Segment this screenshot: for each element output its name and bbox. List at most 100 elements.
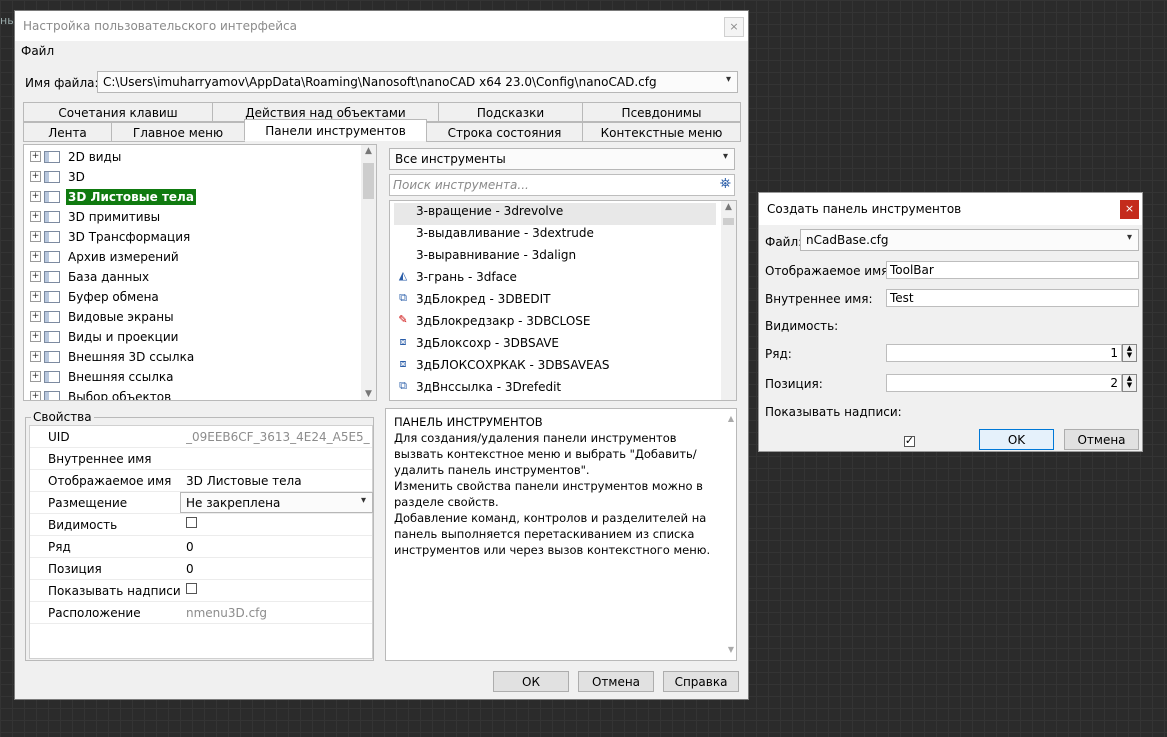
expand-icon[interactable]: +	[30, 251, 41, 262]
description-text: Для создания/удаления панели инструменто…	[394, 431, 711, 557]
show-labels-checkbox[interactable]	[186, 583, 197, 594]
expand-icon[interactable]: +	[30, 351, 41, 362]
expand-icon[interactable]: +	[30, 331, 41, 342]
refedit-icon: ⧉	[399, 379, 407, 392]
file-path-select[interactable]: C:\Users\imuharryamov\AppData\Roaming\Na…	[97, 71, 738, 93]
property-internal-name[interactable]: Внутреннее имя	[30, 448, 372, 470]
binoculars-icon[interactable]: ⛯	[720, 176, 731, 192]
property-placement[interactable]: Размещение Не закреплена ▾	[30, 492, 373, 514]
expand-icon[interactable]: +	[30, 311, 41, 322]
tab-context-menus[interactable]: Контекстные меню	[582, 122, 741, 142]
position-input[interactable]: 2	[886, 374, 1122, 392]
show-labels-checkbox[interactable]	[903, 434, 915, 447]
tab-main-menu[interactable]: Главное меню	[111, 122, 245, 142]
tree-item[interactable]: + Внешняя 3D ссылка	[30, 349, 196, 368]
tree-item[interactable]: +3D Трансформация	[30, 229, 192, 248]
tab-toolbars[interactable]: Панели инструментов	[244, 119, 427, 141]
commands-scrollbar[interactable]: ▲	[721, 201, 736, 400]
dialog-file-select[interactable]: nCadBase.cfg ▾	[800, 229, 1139, 251]
chevron-down-icon: ▾	[725, 74, 731, 85]
expand-icon[interactable]: +	[30, 211, 41, 222]
close-icon[interactable]: ×	[724, 17, 744, 37]
list-item[interactable]: ◭ 3-грань - 3dface	[394, 269, 517, 291]
help-button[interactable]: Справка	[663, 671, 739, 692]
scroll-down-icon[interactable]: ▼	[728, 642, 734, 658]
tab-aliases[interactable]: Псевдонимы	[582, 102, 741, 122]
property-visibility[interactable]: Видимость	[30, 514, 372, 536]
tool-search-input[interactable]: Поиск инструмента... ⛯	[389, 174, 735, 196]
list-item[interactable]: 3-выравнивание - 3dalign	[394, 247, 576, 269]
tree-item[interactable]: + База данных	[30, 269, 151, 288]
property-row[interactable]: Ряд 0	[30, 536, 372, 558]
expand-icon[interactable]: +	[30, 371, 41, 382]
scroll-up-icon[interactable]: ▲	[361, 146, 376, 156]
dialog-ok-button[interactable]: OK	[979, 429, 1054, 450]
list-item[interactable]: ✎ 3дБлокредзакр - 3DBCLOSE	[394, 313, 590, 335]
property-display-name[interactable]: Отображаемое имя 3D Листовые тела	[30, 470, 372, 492]
tree-item[interactable]: + Внешняя ссылка	[30, 369, 175, 388]
expand-icon[interactable]: +	[30, 151, 41, 162]
position-stepper[interactable]: ▲ ▼	[1122, 374, 1137, 392]
scroll-down-icon[interactable]: ▼	[361, 389, 376, 399]
tab-ribbon[interactable]: Лента	[23, 122, 112, 142]
list-item[interactable]: ⧈ 3дБлоксохр - 3DBSAVE	[394, 335, 560, 357]
tab-tooltips[interactable]: Подсказки	[438, 102, 583, 122]
close-icon[interactable]: ×	[1120, 200, 1139, 219]
scroll-up-icon[interactable]: ▲	[721, 202, 736, 212]
expand-icon[interactable]: +	[30, 231, 41, 242]
list-item[interactable]: ⧉ 3дБлокред - 3DBEDIT	[394, 291, 550, 313]
list-item[interactable]: ⧈ 3дБЛОКСОХРКАК - 3DBSAVEAS	[394, 357, 610, 379]
tree-item[interactable]: + Буфер обмена	[30, 289, 161, 308]
display-name-input[interactable]: ToolBar	[886, 261, 1139, 279]
property-position[interactable]: Позиция 0	[30, 558, 372, 580]
toolbar-tree[interactable]: +2D виды +3D +3D Листовые тела +3D прими…	[23, 144, 377, 401]
expand-icon[interactable]: +	[30, 271, 41, 282]
tree-item[interactable]: + Выбор объектов	[30, 389, 173, 400]
list-item[interactable]: ⧉ 3дВнссылка - 3Drefedit	[394, 379, 561, 400]
tree-item[interactable]: +3D	[30, 169, 87, 188]
tool-filter-select[interactable]: Все инструменты ▾	[389, 148, 735, 170]
internal-name-input[interactable]: Test	[886, 289, 1139, 307]
tab-shortcuts[interactable]: Сочетания клавиш	[23, 102, 213, 122]
description-title: ПАНЕЛЬ ИНСТРУМЕНТОВ	[394, 415, 543, 429]
toolbar-icon	[44, 150, 60, 163]
expand-icon[interactable]: +	[30, 291, 41, 302]
3dface-icon: ◭	[398, 269, 408, 282]
tree-item-selected[interactable]: +3D Листовые тела	[30, 188, 196, 208]
internal-name-label: Внутреннее имя:	[765, 292, 873, 306]
tree-item[interactable]: + Архив измерений	[30, 249, 181, 268]
search-placeholder: Поиск инструмента...	[393, 178, 529, 192]
tree-scrollbar[interactable]: ▲ ▼	[361, 145, 376, 400]
list-item[interactable]: 3-вращение - 3drevolve	[394, 203, 716, 225]
tree-item[interactable]: +2D виды	[30, 149, 123, 168]
background-fragment: ны	[0, 14, 14, 27]
expand-icon[interactable]: +	[30, 391, 41, 400]
commands-list[interactable]: 3-вращение - 3drevolve 3-выдавливание - …	[389, 200, 737, 401]
tree-item[interactable]: +3D примитивы	[30, 209, 162, 228]
row-stepper[interactable]: ▲ ▼	[1122, 344, 1137, 362]
placement-select[interactable]: Не закреплена ▾	[180, 492, 373, 513]
cancel-button[interactable]: Отмена	[578, 671, 654, 692]
scroll-thumb[interactable]	[723, 218, 734, 225]
tab-status-bar[interactable]: Строка состояния	[426, 122, 583, 142]
properties-grid: UID_09EEB6CF_3613_4E24_A5E5_6C6... Внутр…	[29, 425, 373, 659]
tree-item[interactable]: + Видовые экраны	[30, 309, 176, 328]
list-item[interactable]: 3-выдавливание - 3dextrude	[394, 225, 594, 247]
expand-icon[interactable]: +	[30, 191, 41, 202]
dialog-file-label: Файл:	[765, 235, 803, 249]
display-name-label: Отображаемое имя:	[765, 264, 893, 278]
toolbar-icon	[44, 230, 60, 243]
scroll-thumb[interactable]	[363, 163, 374, 199]
property-show-labels[interactable]: Показывать надписи	[30, 580, 372, 602]
expand-icon[interactable]: +	[30, 171, 41, 182]
menu-file[interactable]: Файл	[21, 44, 54, 58]
ok-button[interactable]: ОК	[493, 671, 569, 692]
dialog-cancel-button[interactable]: Отмена	[1064, 429, 1139, 450]
description-panel: ПАНЕЛЬ ИНСТРУМЕНТОВ Для создания/удалени…	[385, 408, 737, 661]
visibility-checkbox[interactable]	[186, 517, 197, 528]
row-input[interactable]: 1	[886, 344, 1122, 362]
align-icon	[394, 247, 412, 263]
visibility-label: Видимость:	[765, 319, 839, 333]
tree-item[interactable]: + Виды и проекции	[30, 329, 180, 348]
scroll-up-icon[interactable]: ▲	[728, 411, 734, 427]
